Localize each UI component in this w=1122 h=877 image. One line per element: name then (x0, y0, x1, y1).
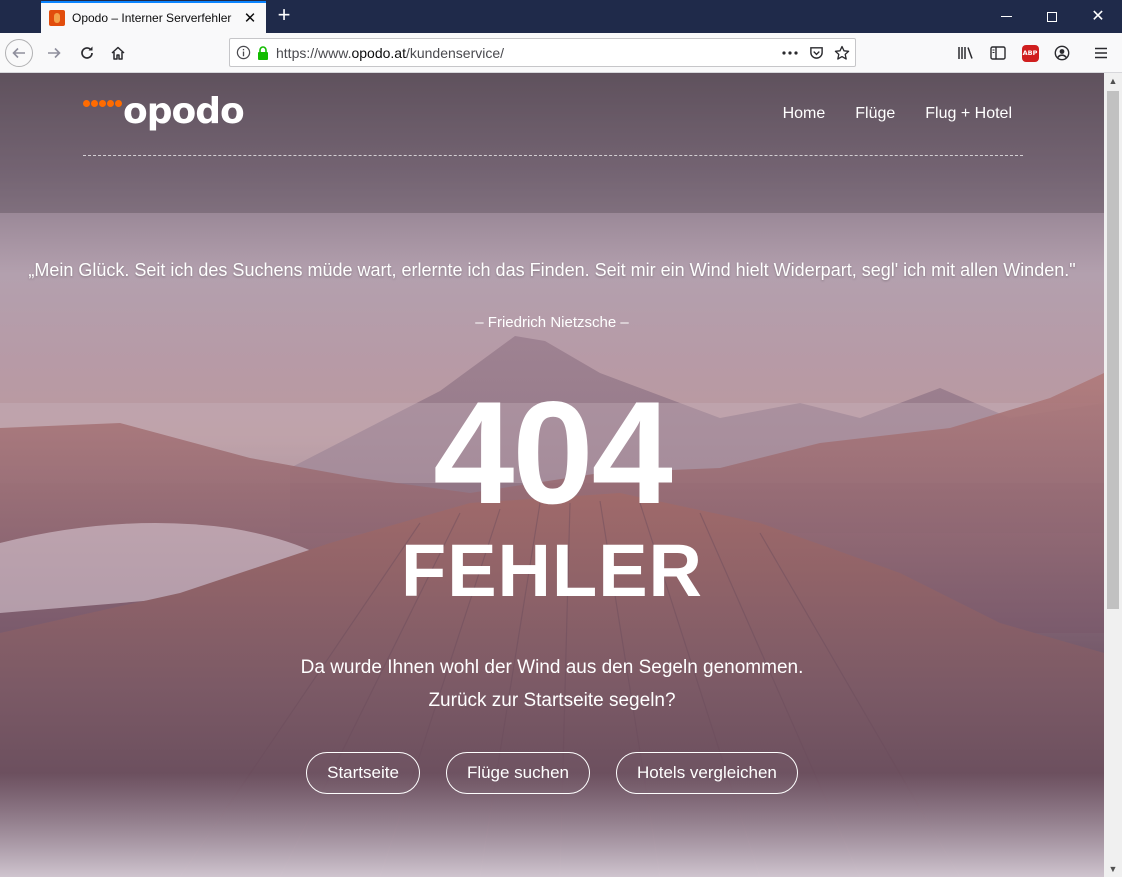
back-icon (5, 39, 33, 67)
info-icon[interactable] (230, 40, 256, 66)
pocket-icon[interactable] (803, 40, 829, 66)
site-navigation: Home Flüge Flug + Hotel (783, 105, 1012, 123)
menu-icon[interactable] (1089, 41, 1113, 65)
adblock-icon[interactable]: ABP (1018, 41, 1042, 65)
close-tab-icon[interactable]: ✕ (242, 9, 258, 27)
scroll-down-icon[interactable]: ▼ (1104, 861, 1122, 877)
page-scrollbar[interactable]: ▲ ▼ (1104, 73, 1122, 877)
error-code: 404 (433, 371, 673, 534)
nav-flug-hotel-link[interactable]: Flug + Hotel (925, 105, 1012, 123)
back-button[interactable] (5, 39, 33, 67)
maximize-button[interactable] (1029, 0, 1075, 33)
forward-icon (48, 47, 61, 59)
nav-fluege-link[interactable]: Flüge (855, 105, 895, 123)
fluege-suchen-button[interactable]: Flüge suchen (445, 752, 591, 794)
home-button[interactable] (104, 39, 132, 67)
logo-text: opodo (123, 91, 245, 132)
action-buttons: Startseite Flüge suchen Hotels vergleich… (0, 752, 1104, 794)
title-bar: Opodo – Interner Serverfehler ✕ + ✕ (0, 0, 1122, 33)
error-heading: FEHLER (401, 529, 703, 612)
error-question: Zurück zur Startseite segeln? (428, 690, 676, 711)
url-text[interactable]: https://www.opodo.at/kundenservice/ (276, 45, 777, 61)
minimize-button[interactable] (983, 0, 1029, 33)
forward-button[interactable] (40, 39, 68, 67)
browser-tab[interactable]: Opodo – Interner Serverfehler ✕ (41, 1, 266, 33)
account-icon[interactable] (1050, 41, 1074, 65)
more-icon[interactable] (777, 40, 803, 66)
reload-icon (81, 46, 93, 59)
nietzsche-quote: „Mein Glück. Seit ich des Suchens müde w… (28, 260, 1076, 280)
tab-title: Opodo – Interner Serverfehler (72, 11, 232, 25)
header-divider (83, 155, 1023, 156)
sidebar-icon[interactable] (986, 41, 1010, 65)
quote-author: – Friedrich Nietzsche – (475, 314, 629, 331)
address-bar[interactable]: https://www.opodo.at/kundenservice/ (229, 38, 856, 67)
bookmark-star-icon[interactable] (829, 40, 855, 66)
url-path: /kundenservice/ (405, 44, 505, 61)
close-window-button[interactable]: ✕ (1075, 0, 1121, 33)
error-message: Da wurde Ihnen wohl der Wind aus den Seg… (300, 657, 804, 678)
hotels-vergleichen-button[interactable]: Hotels vergleichen (616, 752, 798, 794)
url-host: opodo.at (351, 44, 406, 61)
scrollbar-thumb[interactable] (1107, 91, 1119, 609)
opodo-logo[interactable]: opodo (83, 91, 245, 132)
reload-button[interactable] (73, 39, 101, 67)
browser-toolbar: https://www.opodo.at/kundenservice/ ABP (0, 33, 1122, 73)
library-icon[interactable] (954, 41, 978, 65)
logo-dots-icon (83, 100, 122, 107)
url-prefix: https://www. (276, 44, 352, 61)
page-viewport: opodo Home Flüge Flug + Hotel „Mein Glüc… (0, 73, 1104, 877)
new-tab-icon[interactable]: + (272, 4, 296, 28)
nav-home-link[interactable]: Home (783, 105, 826, 123)
startseite-button[interactable]: Startseite (306, 752, 420, 794)
lock-icon[interactable] (256, 40, 270, 66)
adblock-label: ABP (1021, 44, 1039, 62)
scroll-up-icon[interactable]: ▲ (1104, 73, 1122, 89)
opodo-favicon-icon (49, 10, 65, 26)
home-icon (111, 46, 125, 60)
